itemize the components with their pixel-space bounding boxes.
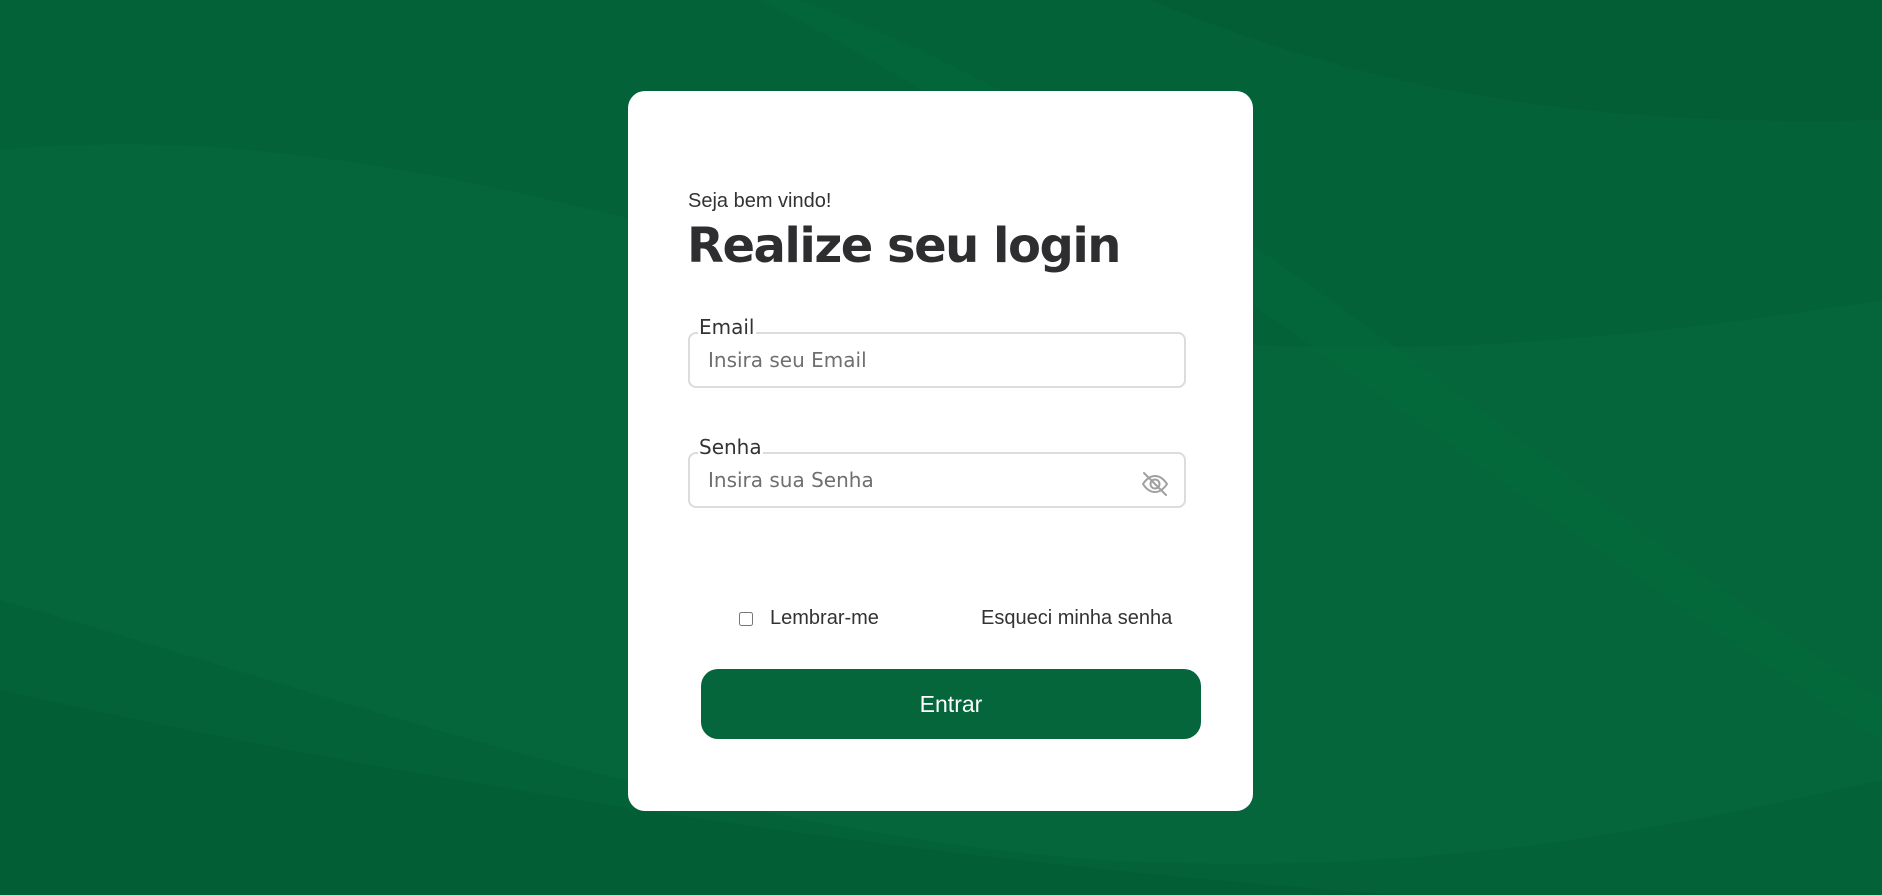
password-label: Senha bbox=[698, 435, 763, 459]
password-field-box bbox=[688, 452, 1186, 508]
login-card: Seja bem vindo! Realize seu login Email … bbox=[628, 91, 1253, 811]
password-input[interactable] bbox=[708, 454, 1128, 506]
forgot-password-link[interactable]: Esqueci minha senha bbox=[981, 607, 1172, 630]
remember-me[interactable]: Lembrar-me bbox=[739, 607, 879, 630]
greeting-text: Seja bem vindo! bbox=[688, 190, 832, 212]
remember-me-checkbox[interactable] bbox=[739, 611, 753, 626]
remember-me-label: Lembrar-me bbox=[770, 607, 879, 629]
email-field-box bbox=[688, 332, 1186, 388]
email-label: Email bbox=[698, 315, 756, 339]
page-title: Realize seu login bbox=[687, 218, 1121, 274]
email-input[interactable] bbox=[708, 334, 1128, 386]
eye-slash-icon[interactable] bbox=[1140, 469, 1170, 499]
login-button[interactable]: Entrar bbox=[701, 669, 1201, 739]
